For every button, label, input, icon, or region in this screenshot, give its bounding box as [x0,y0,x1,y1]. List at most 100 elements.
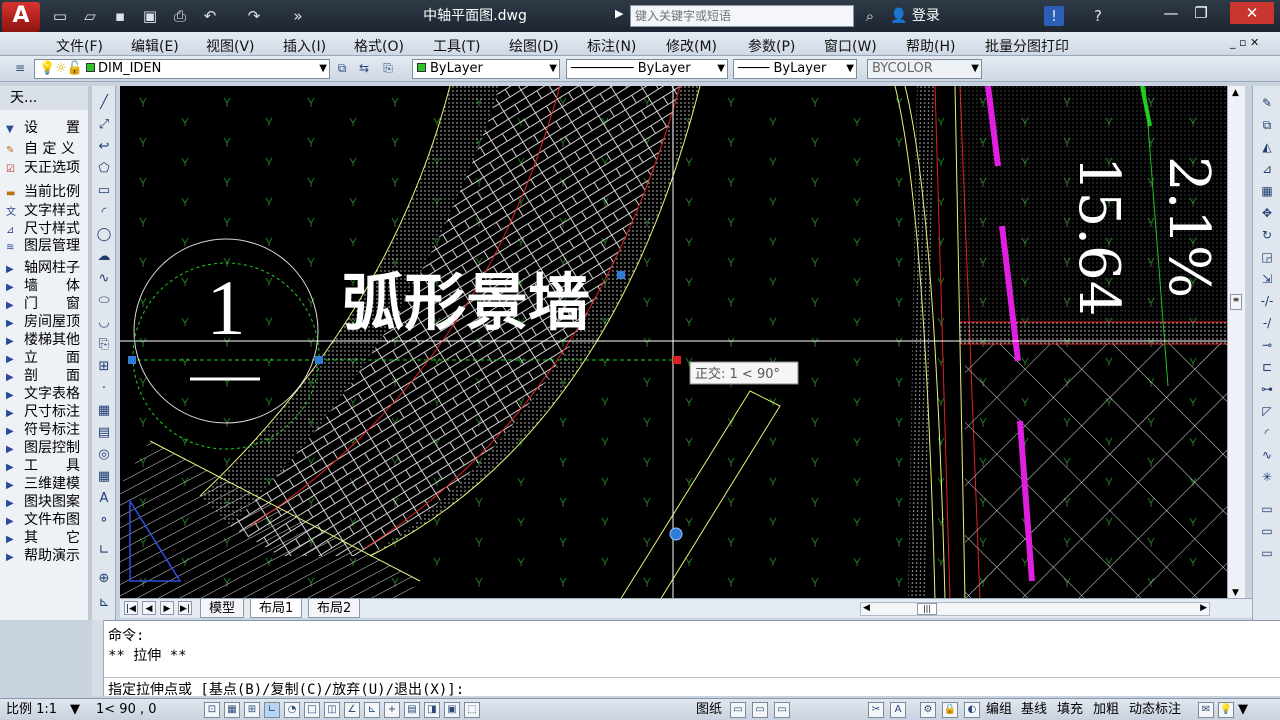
scale-dropdown-icon[interactable]: ▼ [70,701,80,719]
redo-icon[interactable]: ↷ [244,6,264,26]
tool-c-icon[interactable]: ▭ [1258,544,1276,562]
isolate-icon[interactable]: ◐ [964,702,980,718]
annotation-visibility-icon[interactable]: A [890,702,906,718]
grip-text[interactable] [617,271,625,279]
revision-cloud-icon[interactable]: ☁ [95,248,113,266]
app-menu-button[interactable]: A [2,2,40,32]
print-icon[interactable]: ⎙ [170,6,190,26]
menu-window[interactable]: 窗口(W) [824,36,877,56]
copy-icon[interactable]: ⧉ [1258,116,1276,134]
binoculars-icon[interactable]: ⌕ [860,6,880,26]
zoom-icon[interactable]: ⊕ [95,570,113,588]
stretch-icon[interactable]: ⇲ [1258,270,1276,288]
drawing-canvas[interactable]: 1 弧形景墙 15.64 2.1% 正交: 1 < 90° [120,86,1227,600]
login-button[interactable]: 👤 登录 [890,6,940,26]
grip-circle[interactable] [669,527,683,541]
palette-item-options[interactable]: ☑ 天正选项 [6,159,88,177]
lineweight-icon[interactable]: ▤ [404,702,420,718]
grip-left[interactable] [128,356,136,364]
gradient-icon[interactable]: ▤ [95,424,113,442]
palette-item-customize[interactable]: ✎ 自 定 义 [6,140,88,158]
spline-icon[interactable]: ∿ [95,270,113,288]
ellipse-icon[interactable]: ⬭ [95,292,113,310]
exchange-icon[interactable]: ! [1044,6,1064,26]
palette-item-dimension[interactable]: ▶ 尺寸标注 [6,403,88,421]
quick-props-icon[interactable]: ▣ [444,702,460,718]
model-viewport-icon[interactable]: ▭ [730,702,746,718]
palette-item-layer-control[interactable]: ▶ 图层控制 [6,439,88,457]
layer-properties-icon[interactable]: ≡ [12,60,28,76]
transparency-icon[interactable]: ◨ [424,702,440,718]
move-icon[interactable]: ✥ [1258,204,1276,222]
circle-icon[interactable]: ◯ [95,226,113,244]
plotstyle-dropdown[interactable]: BYCOLOR ▼ [867,59,982,79]
palette-item-settings[interactable]: ▼ 设 置 [6,119,88,137]
status-menu-icon[interactable]: ▼ [1238,701,1248,719]
palette-item-stairs[interactable]: ▶ 楼梯其他 [6,331,88,349]
break-point-icon[interactable]: ⊸ [1258,336,1276,354]
vertical-scrollbar[interactable]: ▲ ≡ ▼ [1227,86,1245,600]
add-selected-icon[interactable]: ⚬ [95,512,113,530]
construction-line-icon[interactable]: ⤢ [95,116,113,134]
rectangle-icon[interactable]: ▭ [95,182,113,200]
palette-item-axis-column[interactable]: ▶ 轴网柱子 [6,259,88,277]
more-tools-icon[interactable]: » [288,6,308,26]
lightbulb-icon[interactable]: 💡 [1218,702,1234,718]
minimize-button[interactable]: — [1156,2,1186,24]
undo-icon[interactable]: ↶ [200,6,220,26]
polygon-icon[interactable]: ⬠ [95,160,113,178]
scroll-right-icon[interactable]: ▶ [1200,603,1207,613]
region-icon[interactable]: ◎ [95,446,113,464]
menu-draw[interactable]: 绘图(D) [509,36,559,56]
palette-title[interactable]: 天... [0,86,90,110]
chamfer-icon[interactable]: ◸ [1258,402,1276,420]
fillet-icon[interactable]: ◜ [1258,424,1276,442]
menu-modify[interactable]: 修改(M) [666,36,717,56]
scroll-up-icon[interactable]: ▲ [1232,88,1239,98]
coordinates-readout[interactable]: 1< 90 , 0 [96,701,157,719]
scroll-thumb[interactable]: ≡ [1230,294,1242,310]
trim-icon[interactable]: -/- [1258,292,1276,310]
palette-item-section[interactable]: ▶ 剖 面 [6,367,88,385]
hscroll-thumb[interactable]: ||| [917,603,937,615]
menu-parametric[interactable]: 参数(P) [748,36,795,56]
palette-item-room-roof[interactable]: ▶ 房间屋顶 [6,313,88,331]
menu-edit[interactable]: 编辑(E) [131,36,179,56]
tool-b-icon[interactable]: ▭ [1258,522,1276,540]
menu-dimension[interactable]: 标注(N) [587,36,636,56]
linetype-dropdown[interactable]: ──────── ByLayer ▼ [566,59,728,79]
hatch-icon[interactable]: ▦ [95,402,113,420]
make-current-layer-icon[interactable]: ⧉ [334,60,350,76]
menu-format[interactable]: 格式(O) [354,36,404,56]
scale-icon[interactable]: ◲ [1258,248,1276,266]
save-as-icon[interactable]: ▣ [140,6,160,26]
palette-item-help-demo[interactable]: ▶ 帮助演示 [6,547,88,565]
grid-icon[interactable]: ▦ [224,702,240,718]
close-button[interactable]: ✕ [1230,2,1274,24]
palette-item-door-window[interactable]: ▶ 门 窗 [6,295,88,313]
palette-item-symbol[interactable]: ▶ 符号标注 [6,421,88,439]
status-toggle-group[interactable]: 编组 [986,701,1012,719]
scroll-down-icon[interactable]: ▼ [1232,588,1239,598]
grid-display-icon[interactable]: ⊞ [244,702,260,718]
join-icon[interactable]: ⊶ [1258,380,1276,398]
quick-view-layout-icon[interactable]: ▭ [752,702,768,718]
arc-icon[interactable]: ◜ [95,204,113,222]
tab-layout2[interactable]: 布局2 [308,599,361,618]
palette-item-other[interactable]: ▶ 其 它 [6,529,88,547]
open-file-icon[interactable]: ▱ [80,6,100,26]
object-snap-icon[interactable]: □ [304,702,320,718]
prev-tab-icon[interactable]: ◀ [142,601,156,615]
grip-hot[interactable] [673,356,681,364]
status-toggle-fill[interactable]: 填充 [1057,701,1083,719]
restore-button[interactable]: ❐ [1186,2,1216,24]
ucs-icon[interactable]: ⊾ [95,594,113,612]
explode-icon[interactable]: ✳ [1258,468,1276,486]
3d-osnap-icon[interactable]: ◫ [324,702,340,718]
horizontal-scrollbar[interactable]: ◀ ||| ▶ [860,602,1210,616]
extend-icon[interactable]: -/ [1258,314,1276,332]
color-dropdown[interactable]: ByLayer ▼ [412,59,560,79]
make-block-icon[interactable]: ⊞ [95,358,113,376]
doc-window-controls[interactable]: _ ▫ ✕ [1230,36,1259,49]
palette-item-scale[interactable]: ▬ 当前比例 [6,183,88,201]
